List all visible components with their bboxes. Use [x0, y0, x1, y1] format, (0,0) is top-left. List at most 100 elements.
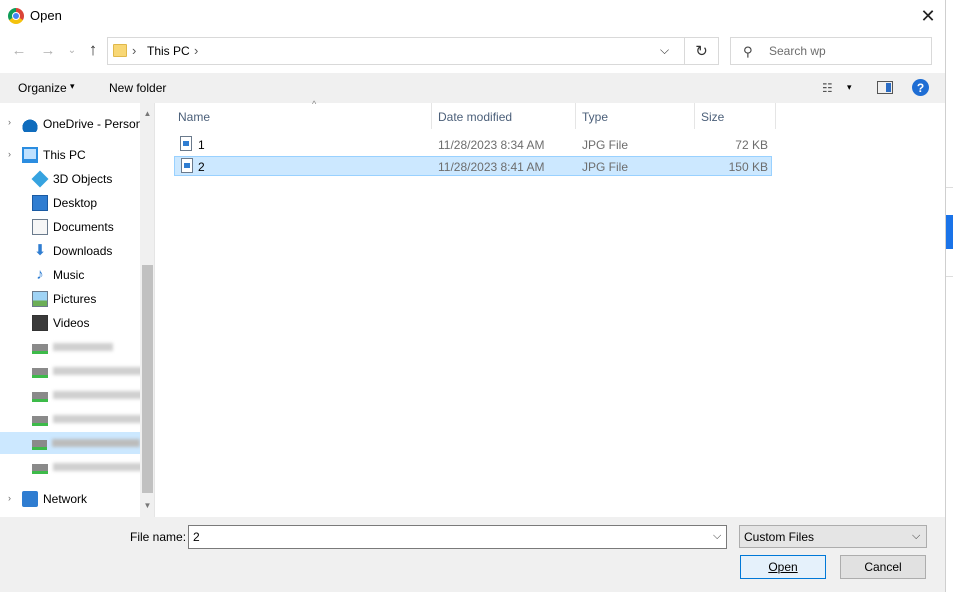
redacted-label — [53, 367, 148, 375]
organize-button[interactable]: Organize — [18, 81, 67, 95]
file-name-combobox[interactable]: ⌵ — [188, 525, 727, 549]
file-date: 11/28/2023 8:34 AM — [438, 138, 545, 152]
nav-item-network-drive-selected[interactable] — [0, 432, 140, 454]
nav-item-3d-objects[interactable]: 3D Objects — [31, 168, 112, 190]
redacted-label — [51, 439, 140, 447]
nav-item-network-drive[interactable] — [32, 384, 148, 406]
expand-chevron-icon[interactable]: › — [8, 493, 11, 503]
nav-item-label: Desktop — [53, 196, 98, 210]
title-bar: Open ✕ — [0, 0, 945, 32]
caret-down-icon[interactable]: ▾ — [847, 82, 852, 93]
file-date: 11/28/2023 8:41 AM — [438, 160, 545, 174]
preview-pane-icon[interactable] — [877, 81, 893, 94]
nav-item-drive[interactable] — [32, 336, 113, 358]
search-input[interactable] — [769, 42, 919, 60]
nav-scrollbar[interactable]: ▲ ▼ — [140, 103, 154, 517]
file-type-filter[interactable]: Custom Files ⌵ — [739, 525, 927, 548]
pictures-icon — [32, 291, 48, 307]
refresh-icon[interactable]: ↻ — [685, 37, 719, 65]
search-box[interactable]: ⚲ — [730, 37, 932, 65]
nav-item-music[interactable]: ♪ Music — [32, 264, 84, 286]
expand-chevron-icon[interactable]: › — [8, 117, 11, 127]
divider — [946, 187, 953, 188]
bottom-bar: File name: ⌵ Custom Files ⌵ Open Cancel — [0, 517, 945, 592]
image-file-icon — [181, 158, 193, 173]
network-icon — [22, 491, 38, 507]
scroll-down-icon[interactable]: ▼ — [140, 501, 154, 510]
3d-objects-icon — [31, 170, 49, 188]
music-icon: ♪ — [36, 266, 44, 283]
computer-icon — [22, 147, 38, 163]
folder-icon — [113, 44, 127, 57]
background-window — [945, 0, 953, 592]
expand-chevron-icon[interactable]: › — [8, 149, 11, 159]
up-arrow-icon[interactable]: ↑ — [83, 40, 103, 60]
file-size: 72 KB — [735, 138, 768, 152]
nav-item-label: Music — [53, 268, 85, 282]
nav-item-network-drive[interactable] — [32, 408, 148, 430]
documents-icon — [32, 219, 48, 235]
nav-item-label: Videos — [53, 316, 90, 330]
nav-item-label: OneDrive - Person — [43, 117, 143, 131]
network-drive-icon — [32, 440, 47, 450]
nav-item-this-pc[interactable]: This PC — [22, 144, 86, 166]
new-folder-button[interactable]: New folder — [109, 81, 166, 95]
help-icon[interactable]: ? — [912, 79, 929, 96]
window-title: Open — [30, 8, 62, 23]
column-header-size[interactable]: Size — [695, 103, 776, 129]
column-header-type[interactable]: Type — [576, 103, 695, 129]
redacted-label — [53, 391, 148, 399]
close-button[interactable]: ✕ — [910, 0, 946, 32]
downloads-icon: ⬇ — [33, 242, 47, 259]
network-drive-icon — [32, 368, 48, 378]
caret-down-icon[interactable]: ▾ — [70, 81, 75, 92]
cancel-button[interactable]: Cancel — [840, 555, 926, 579]
videos-icon — [32, 315, 48, 331]
cloud-icon — [22, 116, 38, 132]
file-name-label: File name: — [130, 530, 187, 544]
chrome-icon — [8, 8, 24, 24]
desktop-icon — [32, 195, 48, 211]
search-icon: ⚲ — [743, 44, 753, 59]
navigation-pane: › OneDrive - Person › This PC 3D Objects… — [0, 103, 155, 517]
nav-item-downloads[interactable]: ⬇ Downloads — [32, 240, 113, 262]
file-row[interactable]: 1 11/28/2023 8:34 AM JPG File 72 KB — [174, 135, 772, 155]
column-header-name[interactable]: ^ Name — [172, 99, 432, 129]
nav-item-network-drive[interactable] — [32, 360, 148, 382]
nav-item-documents[interactable]: Documents — [32, 216, 114, 238]
breadcrumb-this-pc[interactable]: This PC — [147, 44, 190, 58]
nav-item-desktop[interactable]: Desktop — [32, 192, 97, 214]
file-name-input[interactable] — [193, 529, 693, 545]
column-header-date[interactable]: Date modified — [432, 103, 576, 129]
network-drive-icon — [32, 392, 48, 402]
chevron-right-icon[interactable]: › — [132, 43, 136, 58]
command-bar: Organize ▾ New folder ☷ ▾ ? — [0, 73, 945, 103]
recent-locations-icon[interactable]: ⌄ — [62, 40, 82, 60]
open-button[interactable]: Open — [740, 555, 826, 579]
view-options-icon[interactable]: ☷ — [822, 81, 833, 95]
drive-icon — [32, 344, 48, 354]
address-bar[interactable]: › This PC › ⌵ — [107, 37, 685, 65]
forward-arrow-icon[interactable]: → — [38, 40, 58, 60]
scroll-up-icon[interactable]: ▲ — [140, 109, 154, 118]
nav-item-network[interactable]: Network — [22, 488, 87, 510]
back-arrow-icon[interactable]: ← — [9, 40, 29, 60]
nav-item-onedrive[interactable]: OneDrive - Person — [22, 113, 142, 135]
file-row-selected[interactable]: 2 11/28/2023 8:41 AM JPG File 150 KB — [174, 156, 772, 176]
chevron-down-icon[interactable]: ⌵ — [660, 43, 669, 58]
file-type: JPG File — [582, 160, 629, 174]
nav-item-videos[interactable]: Videos — [32, 312, 89, 334]
chevron-down-icon[interactable]: ⌵ — [912, 530, 920, 543]
image-file-icon — [180, 136, 192, 151]
redacted-label — [53, 415, 148, 423]
nav-item-label: Documents — [53, 220, 114, 234]
file-type-filter-value: Custom Files — [744, 530, 815, 544]
file-name: 2 — [198, 160, 205, 174]
nav-item-label: Pictures — [53, 292, 97, 306]
nav-item-pictures[interactable]: Pictures — [32, 288, 96, 310]
scroll-thumb[interactable] — [142, 265, 153, 493]
nav-item-network-drive[interactable] — [32, 456, 148, 478]
chevron-down-icon[interactable]: ⌵ — [713, 530, 721, 543]
nav-item-label: Network — [43, 492, 88, 506]
chevron-right-icon[interactable]: › — [194, 43, 198, 58]
